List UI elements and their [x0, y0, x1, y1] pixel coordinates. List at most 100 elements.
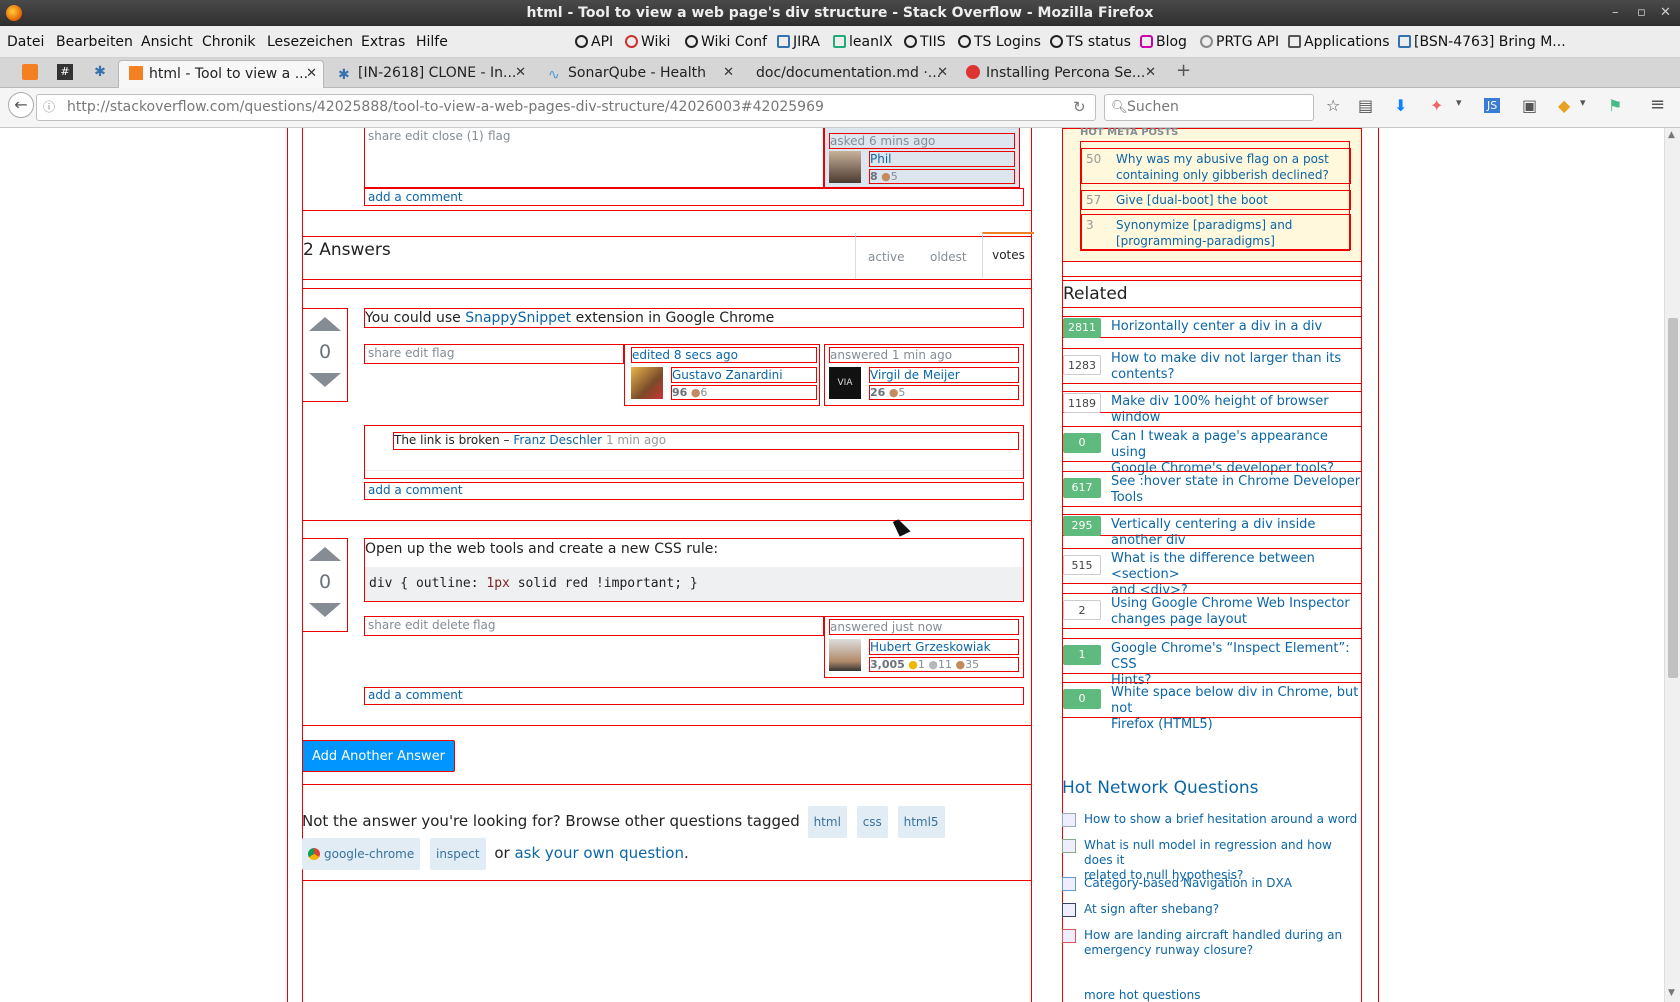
- related-item[interactable]: 295 Vertically centering a div inside ano…: [1062, 514, 1362, 548]
- question-close-link[interactable]: close (1): [432, 129, 484, 143]
- answer2-edit-link[interactable]: edit: [405, 618, 428, 632]
- bookmark-jira[interactable]: JIRA: [777, 26, 820, 58]
- extension-icon[interactable]: ✦: [1430, 96, 1443, 115]
- answer1-add-comment-link[interactable]: add a comment: [368, 483, 463, 497]
- scrollbar-thumb[interactable]: [1668, 318, 1678, 678]
- extension-icon-3[interactable]: ⚑: [1608, 96, 1622, 115]
- add-another-answer-button[interactable]: Add Another Answer: [302, 740, 455, 772]
- bookmark-applications[interactable]: Applications: [1288, 26, 1390, 58]
- downvote-icon[interactable]: [309, 373, 341, 387]
- tag-google-chrome[interactable]: google-chrome: [302, 838, 421, 870]
- reading-list-icon[interactable]: ▤: [1358, 96, 1373, 115]
- tag-css[interactable]: css: [856, 806, 888, 838]
- pinned-tab-stackoverflow-icon[interactable]: [22, 64, 38, 80]
- menu-chronik[interactable]: Chronik: [202, 26, 256, 58]
- avatar[interactable]: VIA: [829, 367, 861, 399]
- tag-html[interactable]: html: [807, 806, 847, 838]
- dropdown-icon[interactable]: ▾: [1456, 96, 1462, 109]
- bookmark-tiis[interactable]: TIIS: [904, 26, 946, 58]
- answer2-author-name[interactable]: Hubert Grzeskowiak: [869, 639, 1019, 655]
- minimize-icon[interactable]: –: [1612, 0, 1619, 26]
- menu-bearbeiten[interactable]: Bearbeiten: [56, 26, 133, 58]
- maximize-icon[interactable]: ▫: [1637, 0, 1646, 26]
- bookmark-star-icon[interactable]: ☆: [1326, 96, 1340, 115]
- answer1-share-link[interactable]: share: [368, 346, 401, 360]
- snappysnippet-link[interactable]: SnappySnippet: [465, 310, 571, 326]
- answer2-add-comment-link[interactable]: add a comment: [368, 688, 463, 702]
- answer2-delete-link[interactable]: delete: [432, 618, 470, 632]
- js-extension-icon[interactable]: JS: [1484, 98, 1501, 113]
- question-edit-link[interactable]: edit: [405, 129, 428, 143]
- tab-jira-in-2618[interactable]: ✱ [IN-2618] CLONE - In... ✕: [330, 60, 532, 88]
- answer1-author-name[interactable]: Virgil de Meijer: [869, 367, 1019, 383]
- answer2-share-link[interactable]: share: [368, 618, 401, 632]
- more-hot-questions-link[interactable]: more hot questions: [1084, 988, 1200, 1002]
- editor-name[interactable]: Gustavo Zanardini: [671, 367, 817, 383]
- tab-active-sort[interactable]: active: [868, 250, 904, 264]
- tag-inspect[interactable]: inspect: [430, 838, 486, 870]
- avatar[interactable]: [631, 367, 663, 399]
- related-item[interactable]: 1 Google Chrome's “Inspect Element”: CSS H…: [1062, 638, 1362, 688]
- tab-percona[interactable]: Installing Percona Se... ✕: [962, 60, 1162, 88]
- menu-hilfe[interactable]: Hilfe: [416, 26, 448, 58]
- related-item[interactable]: 1283 How to make div not larger than its c…: [1062, 348, 1362, 384]
- dropdown-icon-2[interactable]: ▾: [1580, 96, 1586, 109]
- bookmark-ts-logins[interactable]: TS Logins: [958, 26, 1041, 58]
- info-icon[interactable]: ⓘ: [43, 95, 55, 120]
- bookmark-wiki-conf[interactable]: Wiki Conf: [685, 26, 767, 58]
- back-icon[interactable]: ←: [8, 92, 34, 118]
- scroll-down-icon[interactable]: ▼: [1668, 988, 1675, 998]
- related-item[interactable]: 0 Can I tweak a page's appearance using Go…: [1062, 426, 1362, 476]
- question-add-comment-link[interactable]: add a comment: [368, 190, 463, 204]
- hot-meta-item[interactable]: 3 Synonymize [paradigms] and [programming…: [1081, 214, 1351, 250]
- hot-network-header[interactable]: Hot Network Questions: [1062, 778, 1259, 798]
- related-item[interactable]: 617 See :hover state in Chrome Developer T…: [1062, 471, 1362, 507]
- downvote-icon[interactable]: [309, 603, 341, 617]
- bookmark-leanix[interactable]: leanIX: [833, 26, 893, 58]
- pinned-tab-jira-icon[interactable]: ✱: [92, 64, 108, 80]
- answer1-edit-link[interactable]: edit: [405, 346, 428, 360]
- bookmark-wiki[interactable]: Wiki: [625, 26, 670, 58]
- screenshot-icon[interactable]: ▣: [1522, 96, 1537, 115]
- menu-datei[interactable]: Datei: [7, 26, 44, 58]
- extension-icon-2[interactable]: ◆: [1558, 96, 1570, 115]
- tab-active[interactable]: html - Tool to view a ... ✕: [118, 60, 324, 88]
- search-bar[interactable]: 🔍︎ Suchen: [1104, 94, 1314, 121]
- hot-meta-item[interactable]: 50 Why was my abusive flag on a post cont…: [1081, 148, 1351, 184]
- hot-network-item[interactable]: At sign after shebang?: [1062, 902, 1362, 920]
- menu-lesezeichen[interactable]: Lesezeichen: [267, 26, 353, 58]
- close-tab-icon[interactable]: ✕: [515, 60, 526, 86]
- close-tab-icon[interactable]: ✕: [723, 60, 734, 86]
- close-tab-icon[interactable]: ✕: [937, 60, 948, 86]
- downloads-icon[interactable]: ⬇: [1394, 96, 1407, 115]
- bookmark-ts-status[interactable]: TS status: [1050, 26, 1131, 58]
- question-flag-link[interactable]: flag: [488, 129, 511, 143]
- hot-network-item[interactable]: Category-based Navigation in DXA: [1062, 876, 1362, 894]
- pinned-tab-slack-icon[interactable]: #: [57, 64, 73, 80]
- upvote-icon[interactable]: [309, 317, 341, 331]
- page-scrollbar[interactable]: ▲ ▼: [1664, 128, 1680, 1002]
- hot-network-item[interactable]: How to show a brief hesitation around a …: [1062, 812, 1362, 830]
- menu-ansicht[interactable]: Ansicht: [141, 26, 193, 58]
- related-item[interactable]: 2 Using Google Chrome Web Inspector change…: [1062, 593, 1362, 629]
- avatar[interactable]: [829, 639, 861, 671]
- upvote-icon[interactable]: [309, 547, 341, 561]
- tab-votes-sort[interactable]: votes: [982, 232, 1034, 278]
- reload-icon[interactable]: ↻: [1073, 95, 1086, 120]
- bookmark-prtg-api[interactable]: PRTG API: [1200, 26, 1279, 58]
- question-owner-name[interactable]: Phil: [869, 151, 1015, 167]
- tab-documentation[interactable]: doc/documentation.md ·... ✕: [748, 60, 954, 88]
- hot-meta-item[interactable]: 57 Give [dual-boot] the boot: [1081, 190, 1351, 210]
- bookmark-bsn-4763[interactable]: [BSN-4763] Bring M...: [1398, 26, 1566, 58]
- avatar[interactable]: [829, 151, 861, 183]
- tag-html5[interactable]: html5: [897, 806, 945, 838]
- answer2-flag-link[interactable]: flag: [473, 618, 496, 632]
- hamburger-menu-icon[interactable]: ≡: [1650, 94, 1665, 115]
- scroll-up-icon[interactable]: ▲: [1668, 130, 1675, 140]
- related-item[interactable]: 2811 Horizontally center a div in a div: [1062, 316, 1362, 338]
- related-item[interactable]: 515 What is the difference between <secti…: [1062, 548, 1362, 598]
- bookmark-blog[interactable]: Blog: [1140, 26, 1187, 58]
- comment-user-link[interactable]: Franz Deschler: [513, 433, 602, 447]
- tab-oldest-sort[interactable]: oldest: [930, 250, 967, 264]
- close-window-icon[interactable]: ✕: [1660, 0, 1671, 26]
